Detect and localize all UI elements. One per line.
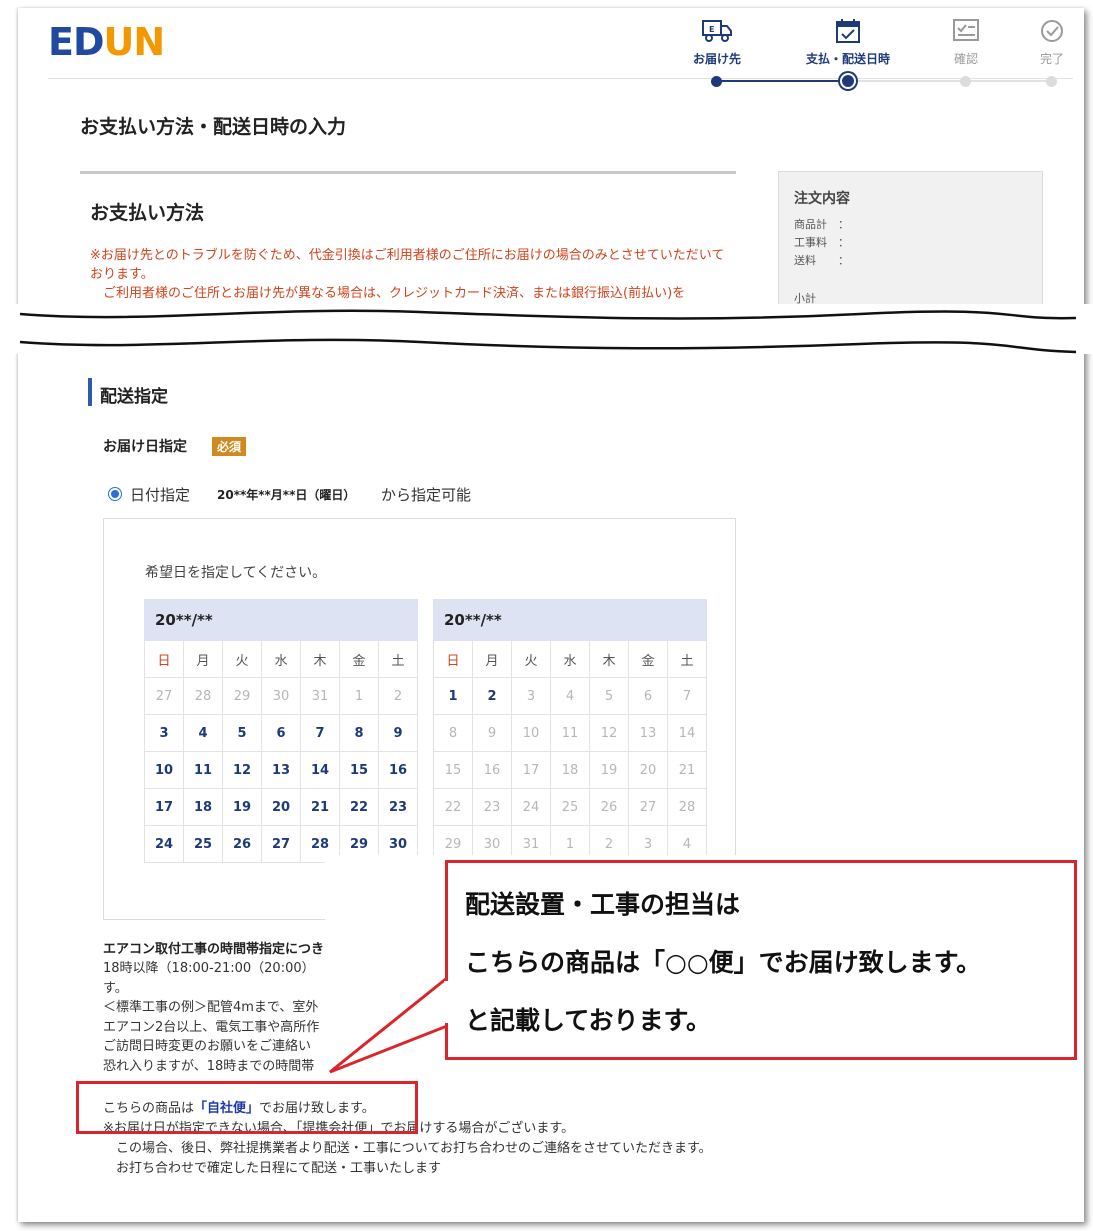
callout-join [444,981,448,1023]
